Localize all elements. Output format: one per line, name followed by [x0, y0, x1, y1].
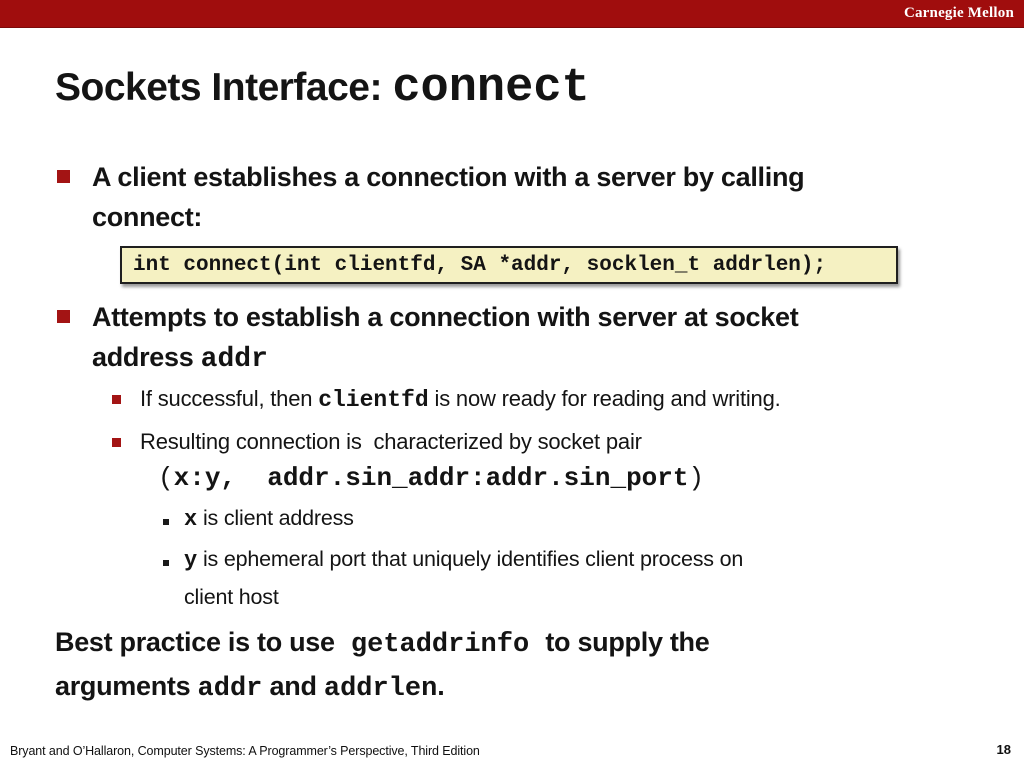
mini-bullet-square-icon [163, 519, 169, 525]
best-text-c: and [262, 671, 324, 701]
best-code-addrlen: addrlen [324, 674, 437, 704]
third-bullet-1-text: is client address [197, 506, 354, 530]
page-title: Sockets Interface: connect [55, 62, 590, 115]
brand-logo: Carnegie Mellon [904, 5, 1024, 22]
bullet-2-code: addr [201, 344, 268, 375]
bullet-square-icon [57, 310, 70, 323]
mini-bullet-square-icon [163, 560, 169, 566]
code-line: int connect(int clientfd, SA *addr, sock… [122, 254, 826, 277]
footer-citation: Bryant and O’Hallaron, Computer Systems:… [10, 744, 480, 758]
title-text: Sockets Interface: [55, 66, 392, 109]
slide: Carnegie Mellon Sockets Interface: conne… [0, 0, 1024, 768]
header-bar: Carnegie Mellon [0, 0, 1024, 27]
best-text-d: . [437, 671, 444, 701]
sub-bullet-1-text-b: is now ready for reading and writing. [429, 386, 781, 411]
best-code-getaddrinfo: getaddrinfo [351, 630, 529, 660]
third-bullet-2-code: y [184, 548, 197, 573]
sub-bullet-square-icon [112, 395, 121, 404]
footer: Bryant and O’Hallaron, Computer Systems:… [0, 744, 1024, 762]
bullet-square-icon [57, 170, 70, 183]
sub-bullet-2-text: Resulting connection is characterized by… [140, 429, 642, 454]
best-text-a: Best practice is to use [55, 627, 342, 657]
sub-bullet-1-text-a: If successful, then [140, 386, 318, 411]
code-box: int connect(int clientfd, SA *addr, sock… [120, 246, 898, 284]
title-code-text: connect [392, 62, 589, 115]
best-code-addr: addr [198, 674, 263, 704]
pair-code: x:y, addr.sin_addr:addr.sin_port [174, 463, 689, 493]
sub-bullet-1-code: clientfd [318, 387, 428, 413]
third-bullet-1-code: x [184, 507, 197, 532]
bullet-2-text: Attempts to establish a connection with … [92, 302, 798, 372]
bullet-1-text: A client establishes a connection with a… [92, 162, 804, 232]
page-number: 18 [997, 742, 1011, 757]
sub-bullet-square-icon [112, 438, 121, 447]
pair-open-paren: ( [158, 463, 174, 493]
third-bullet-2-text: is ephemeral port that uniquely identifi… [184, 547, 743, 609]
pair-close-paren: ) [689, 463, 705, 493]
